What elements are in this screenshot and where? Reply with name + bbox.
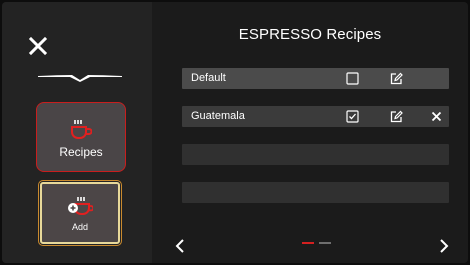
checkbox-icon[interactable] [346, 72, 359, 85]
recipe-name: Default [191, 72, 226, 84]
edit-icon[interactable] [390, 72, 403, 85]
page-dot-active [302, 242, 314, 244]
page-dot [319, 242, 331, 244]
close-icon[interactable] [28, 36, 48, 56]
sidebar: Recipes Add [2, 2, 152, 263]
recipes-tile[interactable]: Recipes [36, 102, 126, 172]
recipe-row-empty[interactable] [182, 182, 449, 203]
divider-ornament [38, 75, 122, 82]
add-recipe-tile[interactable]: Add [38, 180, 122, 246]
chevron-right-icon[interactable] [438, 238, 450, 254]
coffee-cup-icon [71, 120, 92, 139]
recipe-name: Guatemala [191, 110, 245, 122]
recipes-panel: ESPRESSO Recipes Default Guatemala [152, 2, 468, 263]
recipes-tile-label: Recipes [59, 145, 103, 159]
recipe-row-empty[interactable] [182, 144, 449, 165]
checkbox-checked-icon[interactable] [346, 110, 359, 123]
delete-icon[interactable] [430, 110, 443, 123]
page-title: ESPRESSO Recipes [238, 26, 382, 43]
add-tile-label: Add [71, 222, 88, 232]
app-window: Recipes Add ESPRESSO Recipes Default Gua… [2, 2, 468, 263]
edit-icon[interactable] [390, 110, 403, 123]
recipe-row-guatemala[interactable]: Guatemala [182, 106, 449, 127]
add-coffee-icon [68, 197, 93, 215]
recipe-row-default[interactable]: Default [182, 68, 449, 89]
chevron-left-icon[interactable] [174, 238, 186, 254]
